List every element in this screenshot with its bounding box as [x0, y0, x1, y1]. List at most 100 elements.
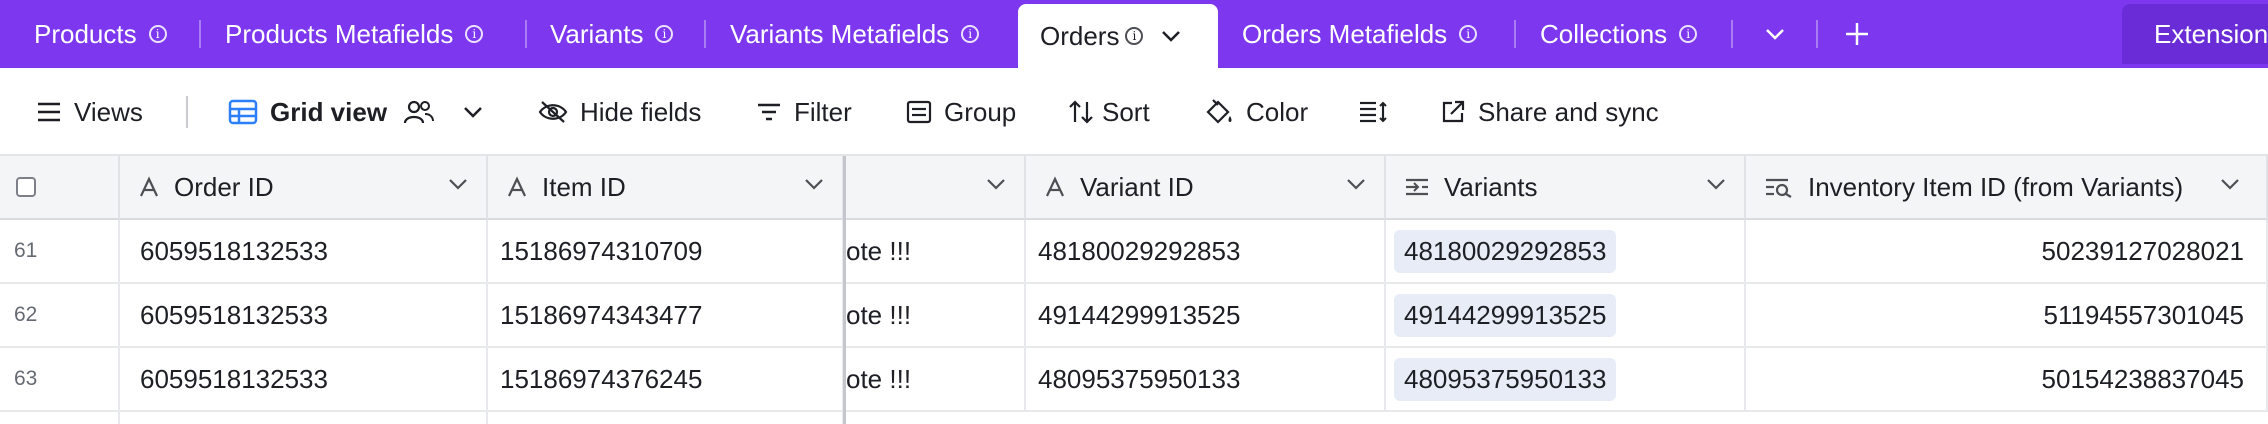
column-header-inventory-item-id[interactable]: Inventory Item ID (from Variants)	[1746, 156, 2268, 220]
row-number-cell[interactable]: 61	[0, 220, 120, 284]
cell-value: 6059518132533	[140, 299, 328, 330]
text-field-icon	[140, 176, 158, 197]
column-header-variants[interactable]: Variants	[1386, 156, 1746, 220]
chevron-down-icon[interactable]	[986, 178, 1006, 190]
records-grid: Order ID Item ID Variant ID Variants Inv…	[0, 156, 2268, 424]
row-number-cell[interactable]: 63	[0, 348, 120, 412]
frozen-column-divider[interactable]	[843, 156, 846, 424]
column-header-order-id[interactable]: Order ID	[120, 156, 488, 220]
tab-label: Variants Metafields	[730, 18, 950, 49]
filter-icon	[758, 103, 780, 121]
chevron-down-icon[interactable]	[1346, 178, 1366, 190]
item-id-cell[interactable]: 15186974376245	[488, 348, 844, 412]
extensions-label: Extension	[2154, 18, 2268, 49]
sort-button[interactable]: Sort	[1068, 68, 1150, 156]
tab-orders[interactable]: Orders i	[1018, 4, 1218, 68]
cell-value: ote !!!	[846, 299, 912, 330]
linked-record-icon	[1406, 178, 1428, 196]
filter-button[interactable]: Filter	[756, 68, 852, 156]
table-tab-bar: Products i Products Metafields i Variant…	[0, 0, 2268, 68]
grid-view-button[interactable]: Grid view	[228, 68, 495, 156]
column-label: Inventory Item ID (from Variants)	[1808, 171, 2184, 202]
column-label: Order ID	[174, 171, 274, 202]
hide-fields-button[interactable]: Hide fields	[538, 68, 701, 156]
select-all-checkbox[interactable]	[16, 177, 36, 197]
color-button[interactable]: Color	[1204, 68, 1308, 156]
tab-divider	[1816, 20, 1818, 48]
group-button[interactable]: Group	[906, 68, 1016, 156]
tab-products[interactable]: Products i	[34, 0, 167, 68]
row-height-icon	[1360, 101, 1387, 123]
info-icon: i	[148, 25, 167, 43]
variant-id-cell[interactable]: 49144299913525	[1026, 284, 1386, 348]
linked-record-chip[interactable]: 49144299913525	[1394, 293, 1617, 337]
chevron-down-icon[interactable]	[448, 178, 468, 190]
inventory-item-id-cell[interactable]: 50154238837045	[1746, 348, 2268, 412]
views-label: Views	[74, 96, 143, 127]
chevron-down-icon[interactable]	[1706, 178, 1726, 190]
cell-value: 6059518132533	[140, 235, 328, 266]
lookup-field-icon	[1766, 178, 1792, 198]
extensions-button[interactable]: Extension	[2122, 4, 2268, 64]
item-id-cell[interactable]: 15186974343477	[488, 284, 844, 348]
cell-value: 15186974376245	[500, 363, 703, 394]
row-number: 63	[14, 367, 38, 390]
share-and-sync-button[interactable]: Share and sync	[1440, 68, 1659, 156]
column-label: Variant ID	[1080, 171, 1194, 202]
tab-label: Variants	[550, 18, 644, 49]
more-tabs-button[interactable]	[1760, 0, 1790, 68]
variants-cell[interactable]: 49144299913525	[1386, 284, 1746, 348]
variant-id-cell[interactable]: 48095375950133	[1026, 348, 1386, 412]
inventory-item-id-cell[interactable]: 50239127028021	[1746, 220, 2268, 284]
item-id-cell[interactable]: 15186974310709	[488, 220, 844, 284]
add-table-button[interactable]	[1840, 0, 1874, 68]
tab-label: Collections	[1540, 18, 1668, 49]
row-height-button[interactable]	[1358, 68, 1400, 156]
grid-icon	[228, 99, 258, 125]
linked-record-chip[interactable]: 48095375950133	[1394, 357, 1617, 401]
column-header-item-id[interactable]: Item ID	[488, 156, 844, 220]
cell-value: 48095375950133	[1038, 363, 1241, 394]
tab-products-metafields[interactable]: Products Metafields i	[225, 0, 484, 68]
variants-cell[interactable]: 48180029292853	[1386, 220, 1746, 284]
cell-value: 6059518132533	[140, 363, 328, 394]
tab-variants-metafields[interactable]: Variants Metafields i	[730, 0, 980, 68]
color-label: Color	[1246, 96, 1309, 127]
cell-value: 50154238837045	[2041, 363, 2244, 394]
paint-bucket-icon	[1206, 99, 1232, 124]
cell-value: ote !!!	[846, 235, 912, 266]
variants-cell[interactable]: 48095375950133	[1386, 348, 1746, 412]
grid-view-label: Grid view	[270, 96, 388, 127]
note-cell[interactable]: ote !!!	[846, 220, 1026, 284]
chevron-down-icon[interactable]	[1161, 30, 1181, 42]
column-header-variant-id[interactable]: Variant ID	[1026, 156, 1386, 220]
row-number: 62	[14, 303, 38, 326]
column-header-partial[interactable]	[846, 156, 1026, 220]
inventory-item-id-cell[interactable]: 51194557301045	[1746, 284, 2268, 348]
collaborators-icon	[403, 100, 435, 124]
cell-value: 49144299913525	[1038, 299, 1241, 330]
linked-record-chip[interactable]: 48180029292853	[1394, 229, 1617, 273]
cell-value: 48180029292853	[1038, 235, 1241, 266]
order-id-cell[interactable]: 6059518132533	[120, 284, 488, 348]
chevron-down-icon[interactable]	[804, 178, 824, 190]
note-cell[interactable]: ote !!!	[846, 284, 1026, 348]
tab-variants[interactable]: Variants i	[550, 0, 674, 68]
tab-divider	[1731, 20, 1733, 48]
tab-orders-metafields[interactable]: Orders Metafields i	[1242, 0, 1478, 68]
column-label: Item ID	[542, 171, 626, 202]
cell-value: 15186974343477	[500, 299, 703, 330]
row-number-cell[interactable]: 62	[0, 284, 120, 348]
order-id-cell[interactable]: 6059518132533	[120, 220, 488, 284]
variant-id-cell[interactable]: 48180029292853	[1026, 220, 1386, 284]
chevron-down-icon[interactable]	[2220, 178, 2240, 190]
order-id-cell[interactable]: 6059518132533	[120, 348, 488, 412]
tab-label: Products	[34, 18, 137, 49]
eye-off-icon	[538, 101, 568, 123]
views-button[interactable]: Views	[36, 68, 143, 156]
tab-divider	[704, 20, 706, 48]
tab-collections[interactable]: Collections i	[1540, 0, 1698, 68]
info-icon: i	[1679, 25, 1698, 43]
note-cell[interactable]: ote !!!	[846, 348, 1026, 412]
tab-label: Orders Metafields	[1242, 18, 1448, 49]
